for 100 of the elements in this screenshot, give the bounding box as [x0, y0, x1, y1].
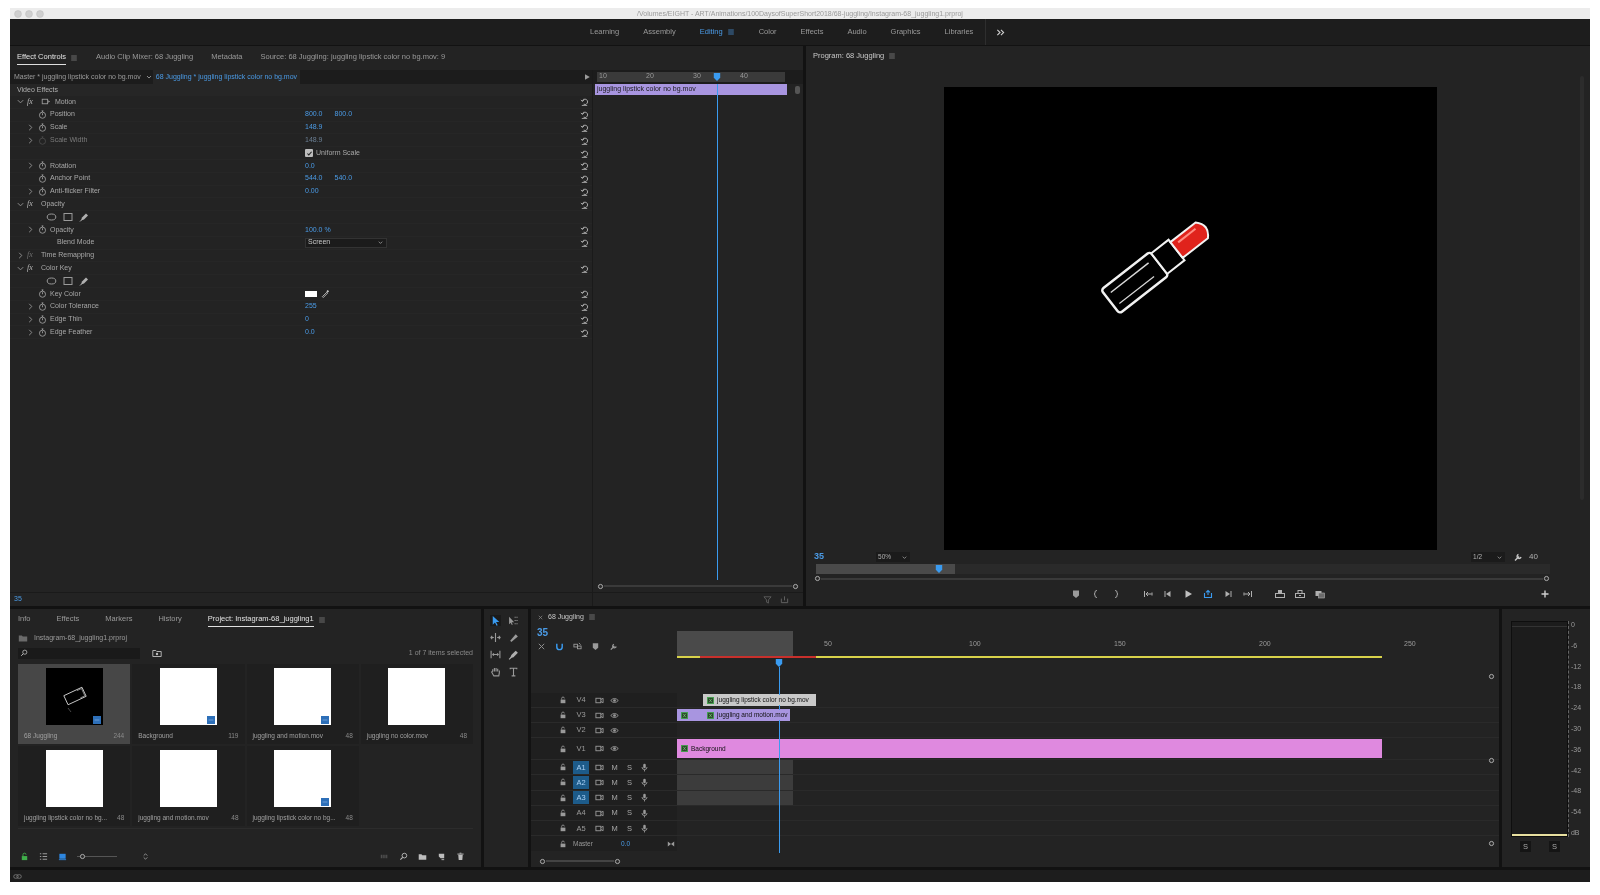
search-field[interactable] — [18, 647, 140, 659]
nest-icon[interactable] — [537, 642, 546, 651]
voice-over-icon[interactable] — [640, 808, 649, 818]
lock-icon[interactable] — [559, 824, 567, 833]
razor-tool-icon[interactable] — [508, 632, 519, 643]
voice-over-icon[interactable] — [640, 793, 649, 803]
chevron-right-icon[interactable] — [26, 186, 35, 196]
lock-icon[interactable] — [559, 793, 567, 802]
lock-icon[interactable] — [559, 840, 567, 848]
export-frame-icon[interactable] — [1203, 589, 1213, 599]
chevron-right-icon[interactable] — [26, 225, 35, 235]
rectangle-mask-icon[interactable] — [63, 212, 73, 223]
sync-lock-icon[interactable] — [595, 725, 604, 735]
add-button-icon[interactable] — [1540, 589, 1550, 599]
stopwatch-icon[interactable] — [38, 314, 47, 324]
more-workspaces-icon[interactable] — [996, 27, 1006, 37]
chevron-right-icon[interactable] — [26, 123, 35, 132]
selection-tool-icon[interactable] — [490, 615, 501, 626]
visibility-icon[interactable] — [610, 744, 619, 753]
voice-over-icon[interactable] — [640, 762, 649, 772]
icon-view-icon[interactable] — [58, 851, 67, 861]
comparison-view-icon[interactable] — [1315, 589, 1325, 599]
sync-lock-icon[interactable] — [595, 808, 604, 818]
stopwatch-icon[interactable] — [38, 110, 47, 120]
slider-thumb-icon[interactable] — [78, 852, 86, 860]
ellipse-mask-icon[interactable] — [46, 212, 57, 223]
zoom-slider[interactable] — [77, 852, 117, 860]
reset-icon[interactable] — [579, 174, 589, 184]
reset-icon[interactable] — [579, 148, 589, 158]
stopwatch-icon[interactable] — [38, 302, 47, 312]
reset-icon[interactable] — [579, 186, 589, 196]
transform-icon[interactable] — [41, 97, 51, 107]
voice-over-icon[interactable] — [640, 823, 649, 833]
reset-icon[interactable] — [579, 238, 589, 248]
voice-over-icon[interactable] — [640, 777, 649, 787]
sync-lock-icon[interactable] — [595, 793, 604, 803]
slip-tool-icon[interactable] — [490, 649, 501, 660]
snap-icon[interactable] — [555, 642, 564, 651]
reset-icon[interactable] — [579, 123, 589, 132]
scroll-handle-icon[interactable] — [792, 582, 799, 590]
stopwatch-icon[interactable] — [38, 186, 47, 196]
color-swatch[interactable] — [305, 290, 317, 297]
stopwatch-icon[interactable] — [38, 161, 47, 171]
reset-icon[interactable] — [579, 327, 589, 337]
scroll-handle-icon[interactable] — [1487, 673, 1495, 680]
lock-icon[interactable] — [559, 726, 567, 734]
sort-icon[interactable] — [141, 851, 150, 861]
go-to-out-icon[interactable] — [1243, 589, 1253, 599]
close-icon[interactable] — [537, 613, 544, 621]
ellipse-mask-icon[interactable] — [46, 276, 57, 287]
chevron-right-icon[interactable] — [26, 314, 35, 324]
lock-icon[interactable] — [559, 696, 567, 704]
lift-icon[interactable] — [1275, 589, 1285, 599]
reset-icon[interactable] — [579, 110, 589, 120]
reset-icon[interactable] — [579, 314, 589, 324]
playhead-handle-icon[interactable] — [712, 73, 721, 81]
reset-icon[interactable] — [579, 263, 589, 273]
sync-lock-icon[interactable] — [595, 744, 604, 753]
lock-icon[interactable] — [20, 851, 29, 861]
sync-lock-icon[interactable] — [595, 710, 604, 720]
sync-lock-icon[interactable] — [595, 762, 604, 772]
extract-icon[interactable] — [1295, 589, 1305, 599]
step-forward-icon[interactable] — [1223, 589, 1233, 599]
play-icon[interactable] — [583, 73, 591, 81]
timecode[interactable]: 35 — [814, 550, 824, 564]
linked-selection-icon[interactable] — [573, 642, 582, 651]
clip[interactable] — [677, 709, 704, 721]
trash-icon[interactable] — [456, 851, 465, 861]
visibility-icon[interactable] — [610, 710, 619, 720]
reset-icon[interactable] — [579, 289, 589, 299]
sync-lock-icon[interactable] — [595, 823, 604, 833]
sync-lock-icon[interactable] — [595, 777, 604, 787]
caret-icon[interactable] — [144, 73, 153, 81]
link-icon[interactable] — [13, 871, 22, 881]
eyedropper-icon[interactable] — [321, 289, 330, 299]
reset-icon[interactable] — [579, 161, 589, 171]
new-bin-icon[interactable] — [418, 851, 427, 861]
visibility-icon[interactable] — [610, 695, 619, 705]
stopwatch-icon[interactable] — [38, 327, 47, 337]
reset-icon[interactable] — [579, 97, 589, 107]
scroll-handle-icon[interactable] — [1487, 756, 1495, 764]
list-view-icon[interactable] — [39, 851, 48, 861]
search-icon[interactable] — [399, 851, 408, 861]
stopwatch-icon[interactable] — [38, 289, 47, 299]
type-tool-icon[interactable] — [508, 666, 519, 677]
new-item-icon[interactable] — [437, 851, 446, 861]
stopwatch-icon[interactable] — [38, 123, 47, 132]
lock-icon[interactable] — [559, 763, 567, 772]
add-marker-icon[interactable] — [1071, 589, 1081, 599]
pen-icon[interactable] — [79, 276, 89, 287]
timecode[interactable]: 35 — [537, 627, 677, 639]
bowtie-icon[interactable] — [667, 840, 675, 848]
play-icon[interactable] — [1183, 589, 1193, 599]
zoom-handle-icon[interactable] — [1543, 575, 1550, 582]
ripple-edit-tool-icon[interactable] — [490, 632, 501, 643]
reset-icon[interactable] — [579, 135, 589, 145]
zoom-handle-icon[interactable] — [814, 575, 821, 582]
settings-icon[interactable] — [1513, 552, 1524, 562]
lock-icon[interactable] — [559, 778, 567, 787]
settings-icon[interactable] — [609, 642, 618, 651]
